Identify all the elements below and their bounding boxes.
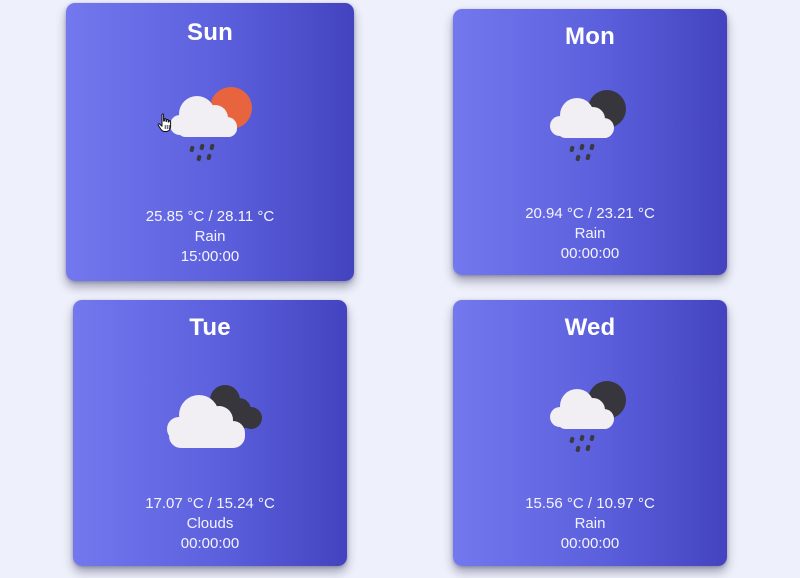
forecast-card-mon[interactable]: Mon 20.94 °C / 23.21 °C Rain 00:00:00 [453,9,727,275]
day-label: Wed [564,314,616,341]
forecast-details: 17.07 °C / 15.24 °C Clouds 00:00:00 [73,494,347,554]
cloud-moon-rain-icon [535,82,645,172]
forecast-card-sun[interactable]: Sun 25.85 °C / 28.11 °C Rain 15:00:00 [66,3,354,281]
forecast-details: 20.94 °C / 23.21 °C Rain 00:00:00 [453,204,727,264]
weather-condition: Clouds [186,515,234,532]
clouds-icon [155,378,265,468]
temperature-range: 15.56 °C / 10.97 °C [525,495,655,512]
cloud-sun-rain-icon [157,80,267,170]
weather-condition: Rain [194,228,226,245]
forecast-card-tue[interactable]: Tue 17.07 °C / 15.24 °C Clouds 00:00:00 [73,300,347,566]
forecast-card-wed[interactable]: Wed 15.56 °C / 10.97 °C Rain 00:00:00 [453,300,727,566]
forecast-time: 15:00:00 [180,248,240,265]
forecast-details: 15.56 °C / 10.97 °C Rain 00:00:00 [453,494,727,554]
day-label: Sun [187,19,233,46]
hand-pointer-icon [157,113,173,133]
forecast-time: 00:00:00 [560,535,620,552]
weather-condition: Rain [574,225,606,242]
temperature-range: 20.94 °C / 23.21 °C [525,205,655,222]
temperature-range: 17.07 °C / 15.24 °C [145,495,275,512]
cloud-moon-rain-icon [535,373,645,463]
forecast-time: 00:00:00 [180,535,240,552]
forecast-time: 00:00:00 [560,245,620,262]
temperature-range: 25.85 °C / 28.11 °C [145,208,275,225]
day-label: Mon [565,23,615,50]
day-label: Tue [189,314,231,341]
weather-condition: Rain [574,515,606,532]
forecast-details: 25.85 °C / 28.11 °C Rain 15:00:00 [66,207,354,267]
